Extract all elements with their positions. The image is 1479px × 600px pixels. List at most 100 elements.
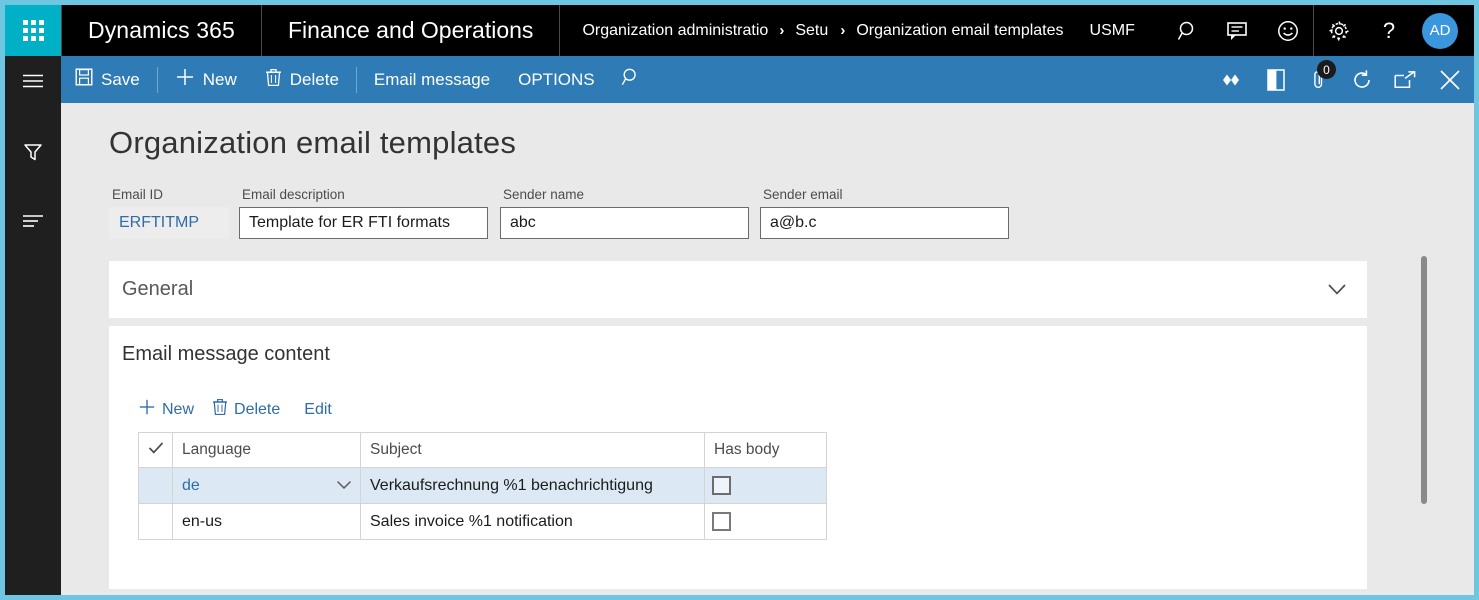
grid-delete-label: Delete	[234, 401, 280, 419]
bottom-strip	[61, 589, 1474, 595]
brand-title[interactable]: Dynamics 365	[62, 17, 261, 44]
open-in-new-window-icon[interactable]	[1383, 56, 1426, 103]
attachments-count-badge: 0	[1317, 60, 1336, 79]
list-lines-icon[interactable]	[5, 197, 61, 245]
subject-column-header[interactable]: Subject	[361, 433, 705, 468]
grid-edit-button[interactable]: Edit	[304, 401, 332, 419]
email-description-label: Email description	[239, 187, 488, 202]
email-description-field-group: Email description Template for ER FTI fo…	[239, 187, 488, 239]
sender-email-label: Sender email	[760, 187, 1009, 202]
action-pane-right-icons: 0	[1211, 56, 1474, 103]
toolbar-search-button[interactable]	[609, 56, 653, 103]
email-id-field-group: Email ID ERFTITMP	[109, 187, 229, 239]
divider	[356, 67, 357, 93]
has-body-column-header[interactable]: Has body	[705, 433, 827, 468]
has-body-checkbox[interactable]	[712, 476, 731, 495]
new-label: New	[203, 70, 237, 90]
application-window: Dynamics 365 Finance and Operations Orga…	[0, 0, 1479, 600]
chevron-down-icon[interactable]	[336, 477, 352, 495]
svg-text:?: ?	[1383, 19, 1395, 43]
has-body-checkbox[interactable]	[712, 512, 731, 531]
has-body-cell[interactable]	[705, 504, 827, 540]
language-column-header[interactable]: Language	[173, 433, 361, 468]
module-title[interactable]: Finance and Operations	[262, 17, 560, 44]
search-icon	[621, 67, 641, 92]
breadcrumb-item-3[interactable]: Organization email templates	[856, 22, 1063, 40]
chevron-down-icon[interactable]	[1327, 283, 1367, 296]
new-button[interactable]: New	[161, 56, 251, 103]
company-label[interactable]: USMF	[1090, 22, 1135, 40]
trash-icon	[265, 68, 282, 92]
window-inner: Dynamics 365 Finance and Operations Orga…	[5, 5, 1474, 595]
avatar[interactable]: AD	[1422, 13, 1458, 49]
grid-new-button[interactable]: New	[138, 398, 194, 421]
row-select-cell[interactable]	[139, 468, 173, 504]
delete-button[interactable]: Delete	[251, 56, 353, 103]
breadcrumb-item-1[interactable]: Organization administratio	[582, 22, 768, 40]
has-body-cell[interactable]	[705, 468, 827, 504]
message-icon[interactable]	[1213, 5, 1263, 56]
save-floppy-icon	[75, 68, 93, 91]
gear-settings-icon[interactable]	[1314, 5, 1364, 56]
save-button[interactable]: Save	[61, 56, 154, 103]
options-tab[interactable]: OPTIONS	[504, 56, 609, 103]
breadcrumb-separator: ›	[829, 22, 856, 39]
waffle-grid-icon	[23, 20, 44, 41]
email-message-grid: Language Subject Has body de	[138, 432, 827, 540]
breadcrumb-item-2[interactable]: Setup	[795, 22, 829, 40]
email-message-tab[interactable]: Email message	[360, 56, 504, 103]
vertical-scrollbar[interactable]	[1421, 256, 1427, 504]
top-bar-icon-group: ? AD	[1163, 5, 1474, 56]
top-navigation-bar: Dynamics 365 Finance and Operations Orga…	[5, 5, 1474, 56]
delete-label: Delete	[290, 70, 339, 90]
row-select-cell[interactable]	[139, 504, 173, 540]
action-pane-toolbar: Save New Delete	[61, 56, 1474, 103]
table-row[interactable]: en-us Sales invoice %1 notification	[139, 504, 827, 540]
general-section-header[interactable]: General	[109, 261, 1367, 318]
grid-header-row: Language Subject Has body	[139, 433, 827, 468]
sender-name-field[interactable]: abc	[500, 207, 749, 239]
navigation-menu-icon[interactable]	[5, 57, 61, 105]
share-link-icon[interactable]	[1211, 56, 1254, 103]
header-field-row: Email ID ERFTITMP Email description Temp…	[109, 187, 1009, 239]
options-label: OPTIONS	[518, 70, 595, 90]
smiley-feedback-icon[interactable]	[1263, 5, 1313, 56]
grid-edit-label: Edit	[304, 401, 332, 419]
save-label: Save	[101, 70, 140, 90]
language-cell[interactable]: de	[173, 468, 361, 504]
sender-name-label: Sender name	[500, 187, 749, 202]
sender-email-field[interactable]: a@b.c	[760, 207, 1009, 239]
select-all-column-header[interactable]	[139, 433, 173, 468]
attachments-icon[interactable]: 0	[1297, 56, 1340, 103]
breadcrumb: Organization administratio › Setup › Org…	[560, 22, 1063, 40]
email-message-content-section: Email message content New	[109, 326, 1367, 589]
search-icon[interactable]	[1163, 5, 1213, 56]
help-question-icon[interactable]: ?	[1364, 5, 1414, 56]
filter-icon[interactable]	[5, 128, 61, 176]
plus-icon	[138, 398, 156, 421]
divider	[157, 67, 158, 93]
email-id-label: Email ID	[109, 187, 229, 202]
checkmark-icon	[148, 442, 164, 459]
email-message-label: Email message	[374, 70, 490, 90]
language-cell[interactable]: en-us	[173, 504, 361, 540]
table-row[interactable]: de Verkaufsrechnung %1 benachrichtigung	[139, 468, 827, 504]
office-app-icon[interactable]	[1254, 56, 1297, 103]
language-value: de	[182, 477, 200, 495]
page-content: Organization email templates Email ID ER…	[61, 103, 1474, 595]
general-section-title: General	[109, 278, 193, 301]
refresh-icon[interactable]	[1340, 56, 1383, 103]
grid-toolbar: New Delete Edit	[138, 398, 350, 421]
sender-name-field-group: Sender name abc	[500, 187, 749, 239]
app-launcher-button[interactable]	[5, 5, 61, 56]
grid-new-label: New	[162, 401, 194, 419]
subject-cell[interactable]: Sales invoice %1 notification	[361, 504, 705, 540]
subject-cell[interactable]: Verkaufsrechnung %1 benachrichtigung	[361, 468, 705, 504]
email-id-field[interactable]: ERFTITMP	[109, 207, 229, 239]
grid-delete-button[interactable]: Delete	[212, 398, 280, 421]
close-icon[interactable]	[1426, 56, 1474, 103]
breadcrumb-separator: ›	[768, 22, 795, 39]
email-description-field[interactable]: Template for ER FTI formats	[239, 207, 488, 239]
email-message-content-title: Email message content	[122, 343, 330, 366]
plus-icon	[175, 67, 195, 92]
